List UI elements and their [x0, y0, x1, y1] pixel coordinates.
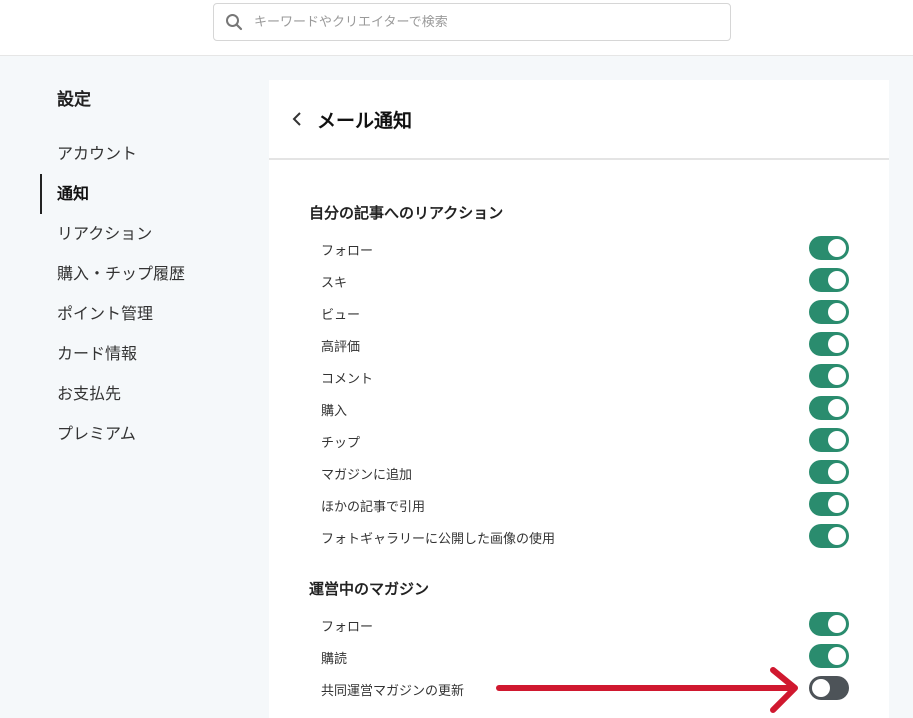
settings-sidebar: 設定 アカウント 通知 リアクション 購入・チップ履歴 ポイント管理 カード情報…: [0, 56, 260, 718]
sidebar-item-premium[interactable]: プレミアム: [57, 424, 136, 444]
setting-label-subscription: 購読: [321, 652, 348, 667]
toggle-knob: [828, 615, 846, 633]
sidebar-item-notification[interactable]: 通知: [57, 184, 89, 204]
setting-label-rating: 高評価: [321, 340, 361, 355]
setting-label-view: ビュー: [321, 308, 361, 323]
sidebar-title: 設定: [57, 90, 91, 110]
toggle-knob: [828, 527, 846, 545]
panel-header: メール通知: [269, 80, 889, 160]
setting-label-purchase: 購入: [321, 404, 348, 419]
chevron-left-icon[interactable]: [289, 110, 305, 128]
toggle-knob: [828, 239, 846, 257]
top-bar: [0, 0, 913, 56]
setting-label-follow: フォロー: [321, 244, 374, 259]
toggle-comment[interactable]: [809, 364, 849, 388]
sidebar-item-card-info[interactable]: カード情報: [57, 344, 137, 364]
toggle-knob: [828, 271, 846, 289]
page-title: メール通知: [317, 110, 413, 132]
sidebar-item-purchase-history[interactable]: 購入・チップ履歴: [57, 264, 185, 284]
toggle-suki[interactable]: [809, 268, 849, 292]
toggle-knob: [828, 431, 846, 449]
setting-label-comment: コメント: [321, 372, 374, 387]
toggle-quote[interactable]: [809, 492, 849, 516]
toggle-knob: [828, 303, 846, 321]
toggle-knob: [828, 367, 846, 385]
search-icon: [224, 12, 244, 32]
toggle-knob: [828, 399, 846, 417]
toggle-photo-gallery[interactable]: [809, 524, 849, 548]
toggle-magazine-follow[interactable]: [809, 612, 849, 636]
setting-label-magazine-follow: フォロー: [321, 620, 374, 635]
setting-label-tip: チップ: [321, 436, 361, 451]
settings-panel: メール通知 自分の記事へのリアクション フォロー スキ ビュー 高評価 コメント…: [269, 80, 889, 718]
active-indicator: [40, 174, 42, 214]
toggle-view[interactable]: [809, 300, 849, 324]
toggle-subscription[interactable]: [809, 644, 849, 668]
sidebar-item-account[interactable]: アカウント: [57, 144, 137, 164]
section-title-own-articles: 自分の記事へのリアクション: [309, 204, 504, 222]
toggle-knob: [828, 495, 846, 513]
toggle-magazine-add[interactable]: [809, 460, 849, 484]
sidebar-item-payout[interactable]: お支払先: [57, 384, 121, 404]
setting-label-co-magazine-update: 共同運営マガジンの更新: [321, 684, 465, 699]
toggle-knob: [812, 679, 830, 697]
toggle-knob: [828, 463, 846, 481]
search-input[interactable]: [254, 14, 694, 30]
toggle-knob: [828, 335, 846, 353]
sidebar-item-points[interactable]: ポイント管理: [57, 304, 153, 324]
sidebar-item-reaction[interactable]: リアクション: [57, 224, 152, 244]
toggle-tip[interactable]: [809, 428, 849, 452]
toggle-knob: [828, 647, 846, 665]
setting-label-quote: ほかの記事で引用: [321, 500, 426, 515]
toggle-follow[interactable]: [809, 236, 849, 260]
toggle-rating[interactable]: [809, 332, 849, 356]
toggle-co-magazine-update[interactable]: [809, 676, 849, 700]
setting-label-photo-gallery: フォトギャラリーに公開した画像の使用: [321, 532, 556, 547]
toggle-purchase[interactable]: [809, 396, 849, 420]
search-box[interactable]: [213, 3, 731, 41]
section-title-managed-magazines: 運営中のマガジン: [309, 580, 430, 598]
setting-label-suki: スキ: [321, 276, 348, 291]
setting-label-magazine-add: マガジンに追加: [321, 468, 413, 483]
